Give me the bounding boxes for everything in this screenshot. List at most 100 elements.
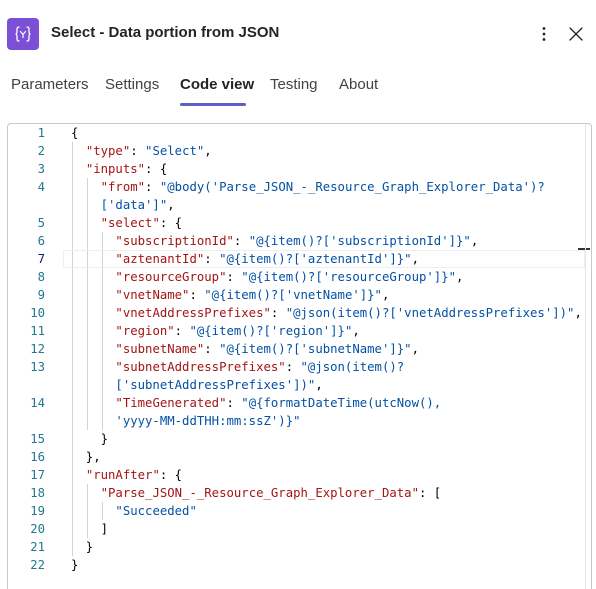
code-line[interactable]: 'yyyy-MM-ddTHH:mm:ssZ')}" bbox=[8, 412, 591, 430]
json-punctuation: : bbox=[226, 270, 242, 284]
tab-list: Parameters Settings Code view Testing Ab… bbox=[0, 66, 596, 110]
json-punctuation bbox=[71, 342, 115, 356]
line-number: 12 bbox=[30, 342, 45, 356]
line-number: 11 bbox=[30, 324, 45, 338]
json-punctuation bbox=[71, 306, 115, 320]
line-text: "Succeeded" bbox=[71, 502, 197, 520]
code-line[interactable]: 3 "inputs": { bbox=[8, 160, 591, 178]
json-punctuation bbox=[71, 162, 86, 176]
code-line[interactable]: 21 } bbox=[8, 538, 591, 556]
line-text: "from": "@body('Parse_JSON_-_Resource_Gr… bbox=[71, 178, 545, 196]
json-punctuation: } bbox=[71, 558, 79, 572]
json-key: "resourceGroup" bbox=[115, 270, 227, 284]
code-line[interactable]: 14 "TimeGenerated": "@{formatDateTime(ut… bbox=[8, 394, 591, 412]
tab-parameters[interactable]: Parameters bbox=[11, 76, 89, 93]
code-line[interactable]: 5 "select": { bbox=[8, 214, 591, 232]
code-line[interactable]: 20 ] bbox=[8, 520, 591, 538]
json-punctuation: : bbox=[174, 324, 190, 338]
tab-settings[interactable]: Settings bbox=[105, 76, 159, 93]
line-number: 3 bbox=[37, 162, 45, 176]
json-string: "@{item()?['vnetName']}" bbox=[204, 288, 382, 302]
code-line[interactable]: 1{ bbox=[8, 124, 591, 142]
code-line[interactable]: 10 "vnetAddressPrefixes": "@json(item()?… bbox=[8, 304, 591, 322]
code-line[interactable]: 11 "region": "@{item()?['region']}", bbox=[8, 322, 591, 340]
json-punctuation bbox=[71, 234, 115, 248]
json-string: "@body('Parse_JSON_-_Resource_Graph_Expl… bbox=[159, 180, 545, 194]
json-punctuation: : { bbox=[145, 162, 168, 176]
tab-code-view[interactable]: Code view bbox=[180, 76, 254, 93]
json-string: "@{item()?['region']}" bbox=[189, 324, 353, 338]
json-punctuation bbox=[71, 252, 115, 266]
json-punctuation bbox=[71, 270, 115, 284]
line-text: "runAfter": { bbox=[71, 466, 182, 484]
line-text: ] bbox=[71, 520, 108, 538]
code-line[interactable]: 15 } bbox=[8, 430, 591, 448]
line-number: 17 bbox=[30, 468, 45, 482]
code-line[interactable]: 13 "subnetAddressPrefixes": "@json(item(… bbox=[8, 358, 591, 376]
code-line[interactable]: 2 "type": "Select", bbox=[8, 142, 591, 160]
json-punctuation: ] bbox=[71, 522, 109, 536]
close-icon bbox=[569, 27, 583, 41]
json-string: ['data']" bbox=[71, 198, 168, 212]
json-key: "TimeGenerated" bbox=[115, 396, 227, 410]
json-punctuation: } bbox=[71, 432, 109, 446]
line-number: 18 bbox=[30, 486, 45, 500]
line-number: 8 bbox=[37, 270, 45, 284]
code-line[interactable]: 9 "vnetName": "@{item()?['vnetName']}", bbox=[8, 286, 591, 304]
json-punctuation: : bbox=[130, 144, 146, 158]
code-line[interactable]: 4 "from": "@body('Parse_JSON_-_Resource_… bbox=[8, 178, 591, 196]
json-punctuation: : bbox=[204, 252, 220, 266]
json-punctuation: } bbox=[71, 540, 94, 554]
json-key: "region" bbox=[115, 324, 175, 338]
json-punctuation: : bbox=[233, 234, 249, 248]
json-punctuation bbox=[71, 504, 115, 518]
json-punctuation: , bbox=[315, 378, 323, 392]
code-line[interactable]: 17 "runAfter": { bbox=[8, 466, 591, 484]
line-text: "type": "Select", bbox=[71, 142, 212, 160]
line-text: "Parse_JSON_-_Resource_Graph_Explorer_Da… bbox=[71, 484, 442, 502]
json-key: "subnetAddressPrefixes" bbox=[115, 360, 286, 374]
line-text: "vnetName": "@{item()?['vnetName']}", bbox=[71, 286, 389, 304]
tab-about[interactable]: About bbox=[339, 76, 378, 93]
line-number: 19 bbox=[30, 504, 45, 518]
code-line[interactable]: 8 "resourceGroup": "@{item()?['resourceG… bbox=[8, 268, 591, 286]
line-text: } bbox=[71, 556, 78, 574]
json-punctuation: : bbox=[285, 360, 301, 374]
code-line[interactable]: 16 }, bbox=[8, 448, 591, 466]
close-button[interactable] bbox=[564, 22, 588, 46]
json-punctuation: , bbox=[352, 324, 360, 338]
more-options-button[interactable] bbox=[532, 22, 556, 46]
code-line[interactable]: 7 "aztenantId": "@{item()?['aztenantId']… bbox=[8, 250, 591, 268]
line-text: } bbox=[71, 538, 93, 556]
code-line[interactable]: 12 "subnetName": "@{item()?['subnetName'… bbox=[8, 340, 591, 358]
json-key: "Parse_JSON_-_Resource_Graph_Explorer_Da… bbox=[100, 486, 419, 500]
json-punctuation: : { bbox=[159, 216, 183, 230]
json-punctuation: , bbox=[411, 252, 419, 266]
json-string: "Succeeded" bbox=[115, 504, 197, 518]
line-number: 6 bbox=[37, 234, 45, 248]
active-tab-indicator bbox=[180, 103, 246, 106]
json-punctuation: : bbox=[189, 288, 205, 302]
json-key: "from" bbox=[100, 180, 146, 194]
line-text: "vnetAddressPrefixes": "@json(item()?['v… bbox=[71, 304, 581, 322]
json-key: "type" bbox=[85, 144, 131, 158]
json-punctuation: , bbox=[470, 234, 479, 248]
line-text: "subnetAddressPrefixes": "@json(item()? bbox=[71, 358, 404, 376]
code-line[interactable]: ['subnetAddressPrefixes'])", bbox=[8, 376, 591, 394]
json-punctuation bbox=[71, 324, 115, 338]
code-line[interactable]: 19 "Succeeded" bbox=[8, 502, 591, 520]
json-punctuation: : bbox=[204, 342, 220, 356]
code-line[interactable]: 22} bbox=[8, 556, 591, 574]
code-line[interactable]: 6 "subscriptionId": "@{item()?['subscrip… bbox=[8, 232, 591, 250]
line-text: ['subnetAddressPrefixes'])", bbox=[71, 376, 323, 394]
json-key: "subscriptionId" bbox=[115, 234, 234, 248]
line-text: "TimeGenerated": "@{formatDateTime(utcNo… bbox=[71, 394, 441, 412]
code-editor[interactable]: 1{2 "type": "Select", 3 "inputs": {4 "fro… bbox=[7, 123, 592, 589]
json-punctuation: , bbox=[381, 288, 390, 302]
code-line[interactable]: ['data']", bbox=[8, 196, 591, 214]
code-line[interactable]: 18 "Parse_JSON_-_Resource_Graph_Explorer… bbox=[8, 484, 591, 502]
line-text: "inputs": { bbox=[71, 160, 167, 178]
line-number: 5 bbox=[37, 216, 45, 230]
json-key: "subnetName" bbox=[115, 342, 205, 356]
tab-testing[interactable]: Testing bbox=[270, 76, 318, 93]
